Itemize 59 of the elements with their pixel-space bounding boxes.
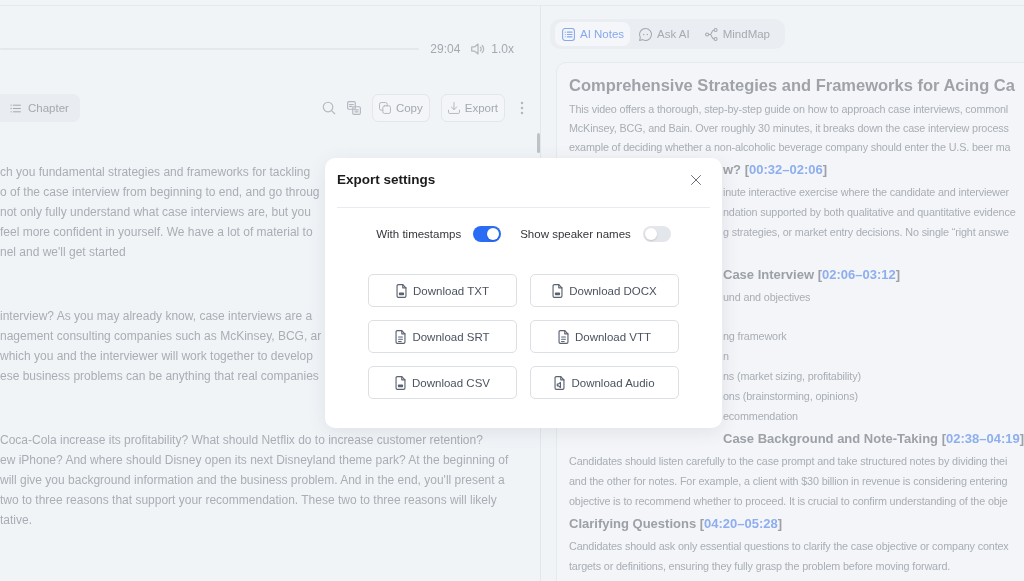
playback-speed[interactable]: 1.0x [491, 42, 514, 56]
timestamp-link[interactable]: 02:06–03:12 [822, 267, 896, 282]
notes-title: Comprehensive Strategies and Frameworks for Acing Ca [569, 75, 1015, 96]
audio-file-icon [554, 375, 566, 390]
notes-paragraph: Candidates should listen carefully to the case prompt and take structured notes by dividing thei and the other for notes. For example, a client with $30 billion in revenue is considering entering objective is to recommend whether to proceed. It is crucial to confirm understanding of the obje [569, 454, 1008, 509]
text-boxes-icon[interactable] [346, 101, 361, 115]
section-heading: Clarifying Questions [04:20–05:28] [569, 515, 783, 533]
toggle-switch[interactable] [642, 226, 671, 242]
list-item: ng framework [723, 329, 787, 344]
more-icon[interactable] [520, 101, 524, 115]
notes-paragraph: inute interactive exercise where the candidate and interviewer ndation supported by both qualitative and quantitative evidence g strategies, or market entry decisions. No single “right answe [723, 185, 1016, 240]
timestamp-link[interactable]: 04:20–05:28 [704, 516, 778, 531]
tab[interactable]: MindMap [697, 22, 777, 46]
export-button[interactable]: Export [440, 94, 505, 122]
document-icon [557, 329, 569, 344]
section-heading: Case Interview [02:06–03:12] [723, 266, 901, 284]
tab[interactable]: AI Notes [555, 22, 631, 46]
section-heading: w? [00:32–02:06] [723, 161, 828, 179]
tab[interactable]: Ask AI [632, 22, 696, 46]
file-icon [552, 283, 564, 298]
dialog-title: Export settings [337, 171, 436, 189]
chat-bubble-icon [639, 27, 653, 41]
download-button[interactable]: Download TXT [368, 274, 517, 307]
file-icon [396, 283, 408, 298]
transcript-paragraph: Coca-Cola increase its profitability? What should Netflix do to increase customer retention? ew iPhone? And where should Disney open its next Disneyland theme park? At the beginning of will give you background information and the business problem. And in the end, you'll present a two to three reasons that support your recommendation. These two to three reasons will likely tative. [0, 432, 509, 529]
download-icon [447, 102, 460, 114]
speaker-icon[interactable] [471, 43, 486, 55]
copy-icon [378, 102, 391, 114]
timestamp-link[interactable]: 02:38–04:19 [945, 431, 1020, 446]
list-item: ecommendation [723, 409, 798, 424]
notes-paragraph: und and objectives [723, 290, 811, 305]
search-icon[interactable] [321, 101, 336, 115]
toggle-switch[interactable] [473, 226, 502, 242]
list-item: n [723, 349, 729, 364]
playback-time: 29:04 [430, 42, 461, 56]
nodes-icon [704, 27, 718, 41]
list-item: ons (brainstorming, opinions) [723, 389, 858, 404]
copy-button[interactable]: Copy [371, 94, 430, 122]
timestamp-link[interactable]: 00:32–02:06 [749, 162, 823, 177]
download-button[interactable]: Download CSV [368, 366, 517, 399]
toggle-label: Show speaker names [520, 228, 631, 240]
transcript-paragraph: interview? As you may already know, case interviews are a nagement consulting companies such as McKinsey, BCG, ar which you and the interviewer will work together to develop ese business problems can be anything that real companies [0, 308, 322, 385]
toggle-label: With timestamps [376, 228, 462, 240]
download-button[interactable]: Download Audio [530, 366, 679, 399]
section-heading: Case Background and Note-Taking [02:38–04:19] [723, 430, 1024, 448]
download-button[interactable]: Download SRT [368, 320, 517, 353]
notes-paragraph: Candidates should ask only essential questions to clarify the case objective or company contex targets or definitions, ensuring they fully grasp the problem before moving forward. [569, 539, 1009, 574]
scrollbar[interactable] [537, 133, 540, 153]
close-icon[interactable] [691, 175, 701, 185]
chapter-button[interactable]: Chapter [0, 94, 80, 122]
download-button[interactable]: Download VTT [530, 320, 679, 353]
list-icon [10, 103, 21, 113]
document-icon [395, 329, 407, 344]
transcript-paragraph: ch you fundamental strategies and frameworks for tackling o of the case interview from beginning to end, and go throug not only fully understand what case interviews are, but you feel more confident in yourself. We have a lot of material to nel and we'll get started [0, 164, 320, 261]
notes-paragraph: This video offers a thorough, step-by-step guide on how to approach case interviews, commonl McKinsey, BCG, and Bain. Over roughly 30 minutes, it breaks down the case interview process example of deciding whether a non-alcoholic beverage company should enter the U.S. beer ma [569, 102, 1011, 155]
file-icon [395, 375, 406, 390]
list-icon [562, 27, 575, 41]
download-button[interactable]: Download DOCX [530, 274, 679, 307]
list-item: ns (market sizing, profitability) [723, 369, 861, 384]
